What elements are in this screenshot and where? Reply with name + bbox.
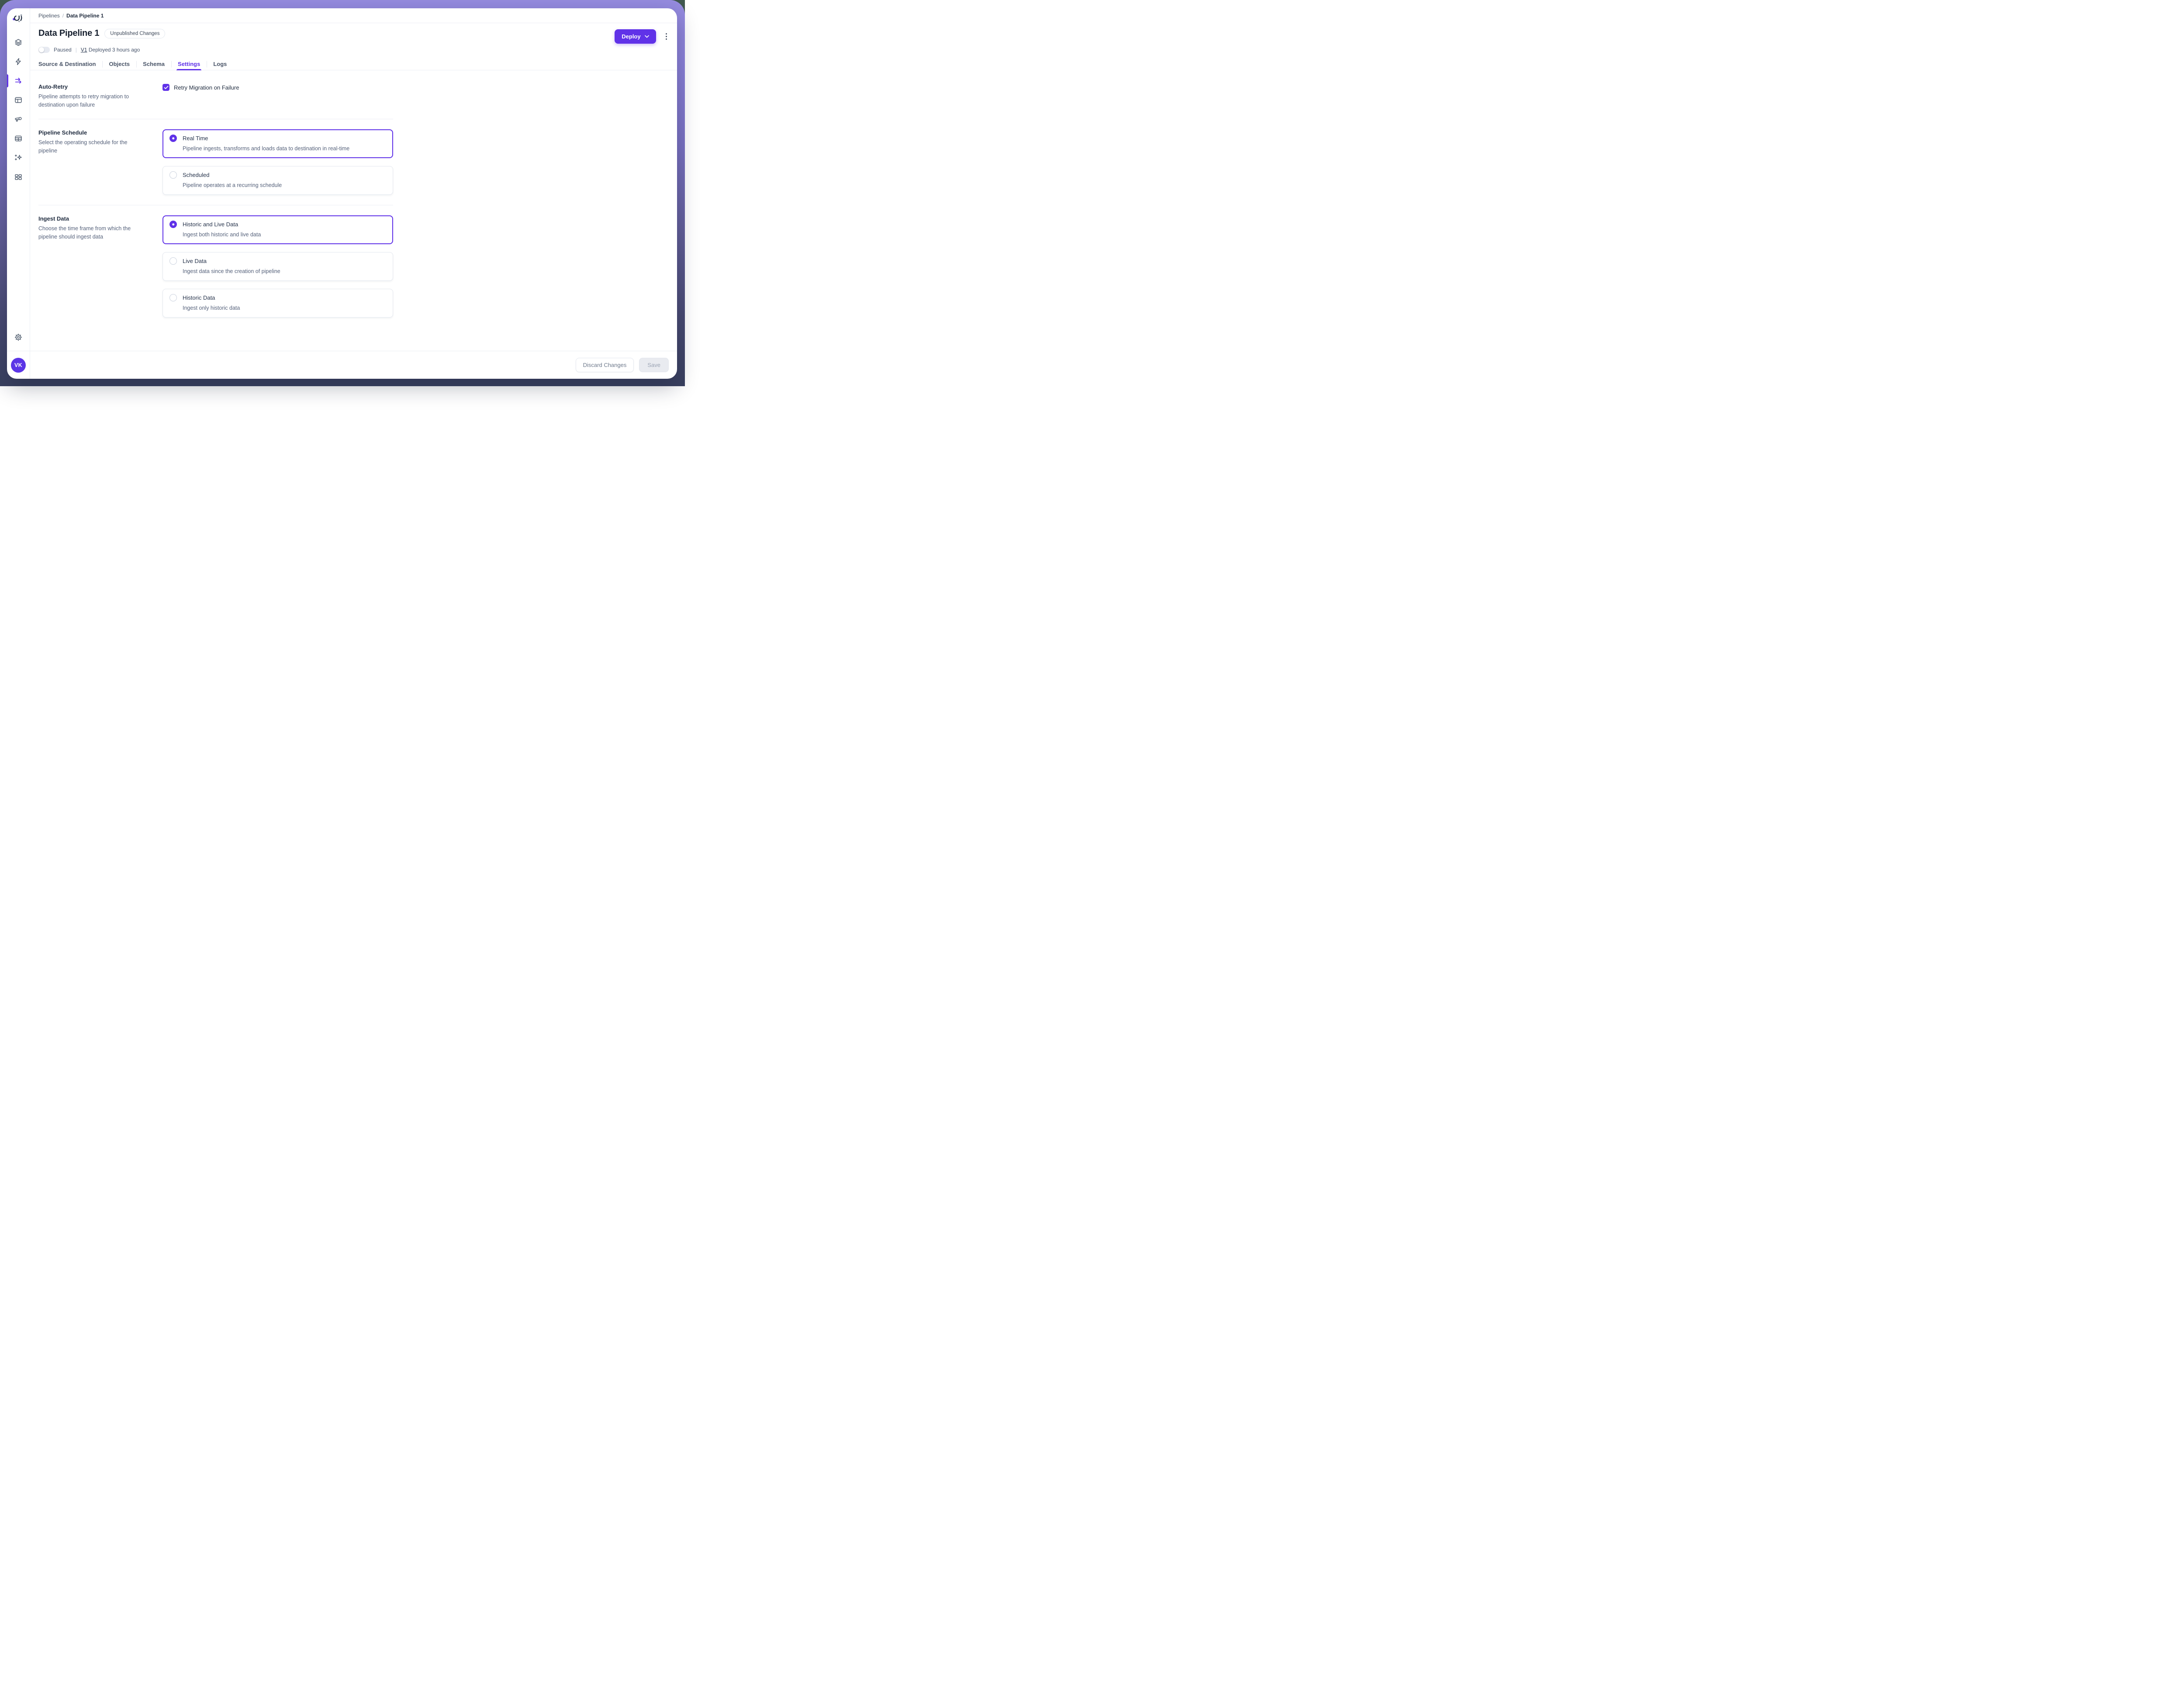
option-description: Ingest only historic data	[183, 304, 386, 312]
option-title: Historic Data	[183, 294, 215, 301]
sidebar-nav	[7, 38, 30, 181]
option-title: Real Time	[183, 135, 208, 142]
settings-gear-icon	[14, 333, 22, 341]
sidebar-item-settings[interactable]	[14, 333, 22, 341]
option-description: Ingest both historic and live data	[183, 231, 386, 239]
brand-logo	[13, 14, 24, 25]
option-title: Live Data	[183, 258, 207, 264]
pipeline-schedule-title: Pipeline Schedule	[38, 129, 162, 136]
tab-settings[interactable]: Settings	[171, 58, 207, 70]
radio-live-data[interactable]	[169, 257, 177, 265]
double-arrow-icon	[14, 77, 22, 85]
breadcrumb-current: Data Pipeline 1	[66, 13, 104, 19]
toggle-knob	[39, 47, 44, 52]
deploy-button-label: Deploy	[622, 33, 640, 40]
settings-content: Auto-Retry Pipeline attempts to retry mi…	[30, 70, 677, 351]
option-description: Pipeline ingests, transforms and loads d…	[183, 145, 386, 152]
status-separator: |	[76, 47, 77, 53]
sidebar-item-layers[interactable]	[7, 38, 30, 46]
radio-historic-data[interactable]	[169, 294, 177, 301]
panel-icon	[14, 96, 22, 104]
pipeline-status-row: Paused | V1 Deployed 3 hours ago	[38, 47, 669, 53]
auto-retry-description: Pipeline attempts to retry migration to …	[38, 93, 142, 109]
version-link[interactable]: V1	[81, 47, 87, 53]
sidebar-footer: VK	[7, 351, 30, 379]
pipeline-schedule-section: Pipeline Schedule Select the operating s…	[38, 129, 669, 195]
sidebar-item-ai[interactable]	[7, 154, 30, 162]
avatar[interactable]: VK	[11, 358, 26, 373]
sparkles-icon	[14, 154, 22, 162]
page-header: Data Pipeline 1 Unpublished Changes Depl…	[30, 23, 677, 53]
ingest-data-title: Ingest Data	[38, 215, 162, 222]
megaphone-icon	[14, 115, 22, 123]
auto-retry-title: Auto-Retry	[38, 83, 162, 90]
option-title: Scheduled	[183, 172, 209, 178]
discard-changes-button[interactable]: Discard Changes	[576, 358, 634, 372]
deploy-info: Deployed 3 hours ago	[89, 47, 140, 53]
option-card-live-data[interactable]: Live Data Ingest data since the creation…	[162, 252, 393, 281]
page-title: Data Pipeline 1	[38, 28, 99, 38]
layers-icon	[14, 38, 22, 46]
main-panel: Pipelines / Data Pipeline 1 Data Pipelin…	[30, 8, 677, 351]
breadcrumb-separator: /	[62, 13, 64, 19]
tab-logs[interactable]: Logs	[207, 58, 233, 70]
option-description: Ingest data since the creation of pipeli…	[183, 268, 386, 275]
sidebar	[7, 8, 30, 351]
sidebar-item-pipelines[interactable]	[7, 77, 30, 85]
sidebar-item-workspace[interactable]	[7, 96, 30, 104]
apps-grid-icon	[14, 173, 22, 181]
sidebar-item-announcements[interactable]	[7, 115, 30, 123]
sidebar-item-models[interactable]	[7, 135, 30, 142]
ingest-data-section: Ingest Data Choose the time frame from w…	[38, 215, 669, 318]
more-options-kebab-icon[interactable]	[664, 31, 669, 42]
unpublished-changes-badge: Unpublished Changes	[104, 29, 165, 38]
ingest-data-description: Choose the time frame from which the pip…	[38, 225, 142, 241]
table-icon	[14, 135, 22, 142]
tab-bar: Source & Destination Objects Schema Sett…	[30, 58, 677, 70]
deploy-button[interactable]: Deploy	[615, 29, 656, 44]
sidebar-item-events[interactable]	[7, 58, 30, 66]
pipeline-schedule-description: Select the operating schedule for the pi…	[38, 138, 142, 155]
tab-objects[interactable]: Objects	[102, 58, 136, 70]
retry-migration-checkbox[interactable]	[162, 84, 169, 91]
chevron-down-icon	[645, 35, 649, 38]
tab-source-destination[interactable]: Source & Destination	[38, 58, 102, 70]
option-description: Pipeline operates at a recurring schedul…	[183, 182, 386, 189]
lightning-icon	[14, 58, 22, 66]
radio-real-time[interactable]	[169, 135, 177, 142]
desktop-backdrop: Pipelines / Data Pipeline 1 Data Pipelin…	[0, 0, 685, 386]
breadcrumb-pipelines-link[interactable]: Pipelines	[38, 13, 60, 19]
breadcrumb: Pipelines / Data Pipeline 1	[30, 8, 677, 23]
option-card-historic-data[interactable]: Historic Data Ingest only historic data	[162, 289, 393, 318]
radio-historic-and-live[interactable]	[169, 221, 177, 228]
retry-migration-label: Retry Migration on Failure	[174, 84, 239, 91]
sidebar-item-apps[interactable]	[7, 173, 30, 181]
radio-scheduled[interactable]	[169, 171, 177, 179]
option-card-scheduled[interactable]: Scheduled Pipeline operates at a recurri…	[162, 166, 393, 195]
save-button[interactable]: Save	[639, 358, 669, 372]
checkmark-icon	[164, 86, 169, 90]
app-window: Pipelines / Data Pipeline 1 Data Pipelin…	[7, 8, 677, 379]
action-footer: Discard Changes Save	[30, 351, 677, 379]
option-title: Historic and Live Data	[183, 221, 238, 228]
option-card-real-time[interactable]: Real Time Pipeline ingests, transforms a…	[162, 129, 393, 158]
status-label: Paused	[54, 47, 72, 53]
tab-schema[interactable]: Schema	[136, 58, 171, 70]
option-card-historic-and-live[interactable]: Historic and Live Data Ingest both histo…	[162, 215, 393, 244]
pause-toggle[interactable]	[38, 47, 50, 53]
auto-retry-section: Auto-Retry Pipeline attempts to retry mi…	[38, 83, 669, 109]
